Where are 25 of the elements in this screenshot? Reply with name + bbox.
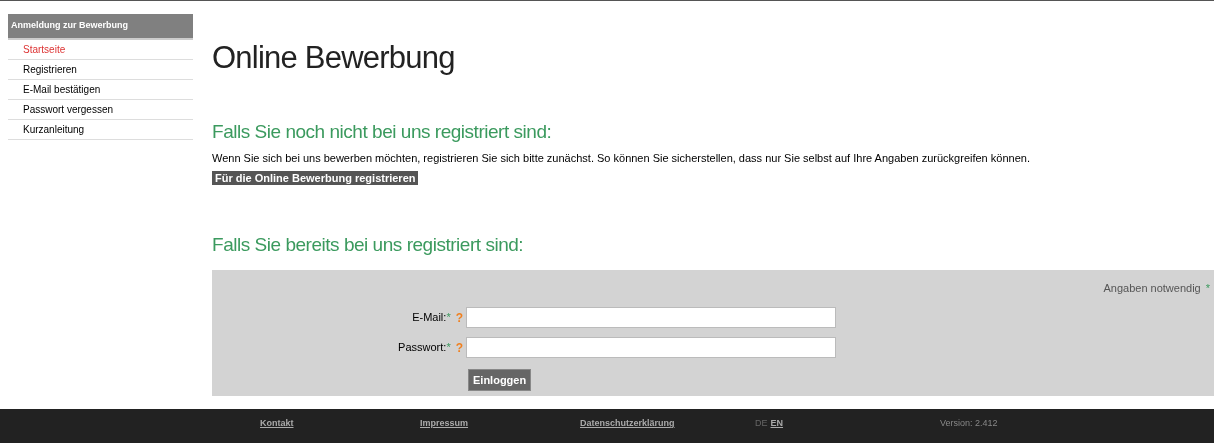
required-mark: * xyxy=(1205,281,1210,296)
input-field[interactable] xyxy=(466,337,836,358)
required-mark: * xyxy=(446,340,451,356)
register-button[interactable]: Für die Online Bewerbung registrieren xyxy=(212,171,419,185)
page-title: Online Bewerbung xyxy=(212,40,456,76)
section-heading: Falls Sie bereits bei uns registriert sind: xyxy=(212,233,525,257)
sidebar-item[interactable]: Registrieren xyxy=(8,59,193,80)
info-text: Wenn Sie sich bei uns bewerben möchten, registrieren Sie sich bitte zunächst. So können Sie sicherstellen, dass nur Sie selbst auf Ihre Angaben zurückgreifen können. xyxy=(212,151,1031,165)
login-button[interactable]: Einloggen xyxy=(468,368,532,391)
sidebar-item[interactable]: Passwort vergessen xyxy=(8,99,193,120)
sidebar-item[interactable]: Startseite xyxy=(8,39,193,60)
required-note: Angaben notwendig xyxy=(1103,281,1201,296)
footer-link[interactable]: Kontakt xyxy=(260,417,420,431)
field-label: Passwort: xyxy=(398,340,447,356)
version-text: Version: 2.412 xyxy=(940,417,998,431)
section-heading: Falls Sie noch nicht bei uns registriert sind: xyxy=(212,120,553,144)
sidebar-item[interactable]: E-Mail bestätigen xyxy=(8,79,193,100)
language-link[interactable]: EN xyxy=(770,417,784,431)
required-mark: * xyxy=(446,310,451,326)
footer-link[interactable]: Impressum xyxy=(420,417,580,431)
footer-link[interactable]: Datenschutzerklärung xyxy=(580,417,740,431)
input-field[interactable] xyxy=(466,307,836,328)
sidebar-item[interactable]: Kurzanleitung xyxy=(8,119,193,140)
field-label: E-Mail: xyxy=(412,310,447,326)
sidebar-title: Anmeldung zur Bewerbung xyxy=(8,14,193,40)
